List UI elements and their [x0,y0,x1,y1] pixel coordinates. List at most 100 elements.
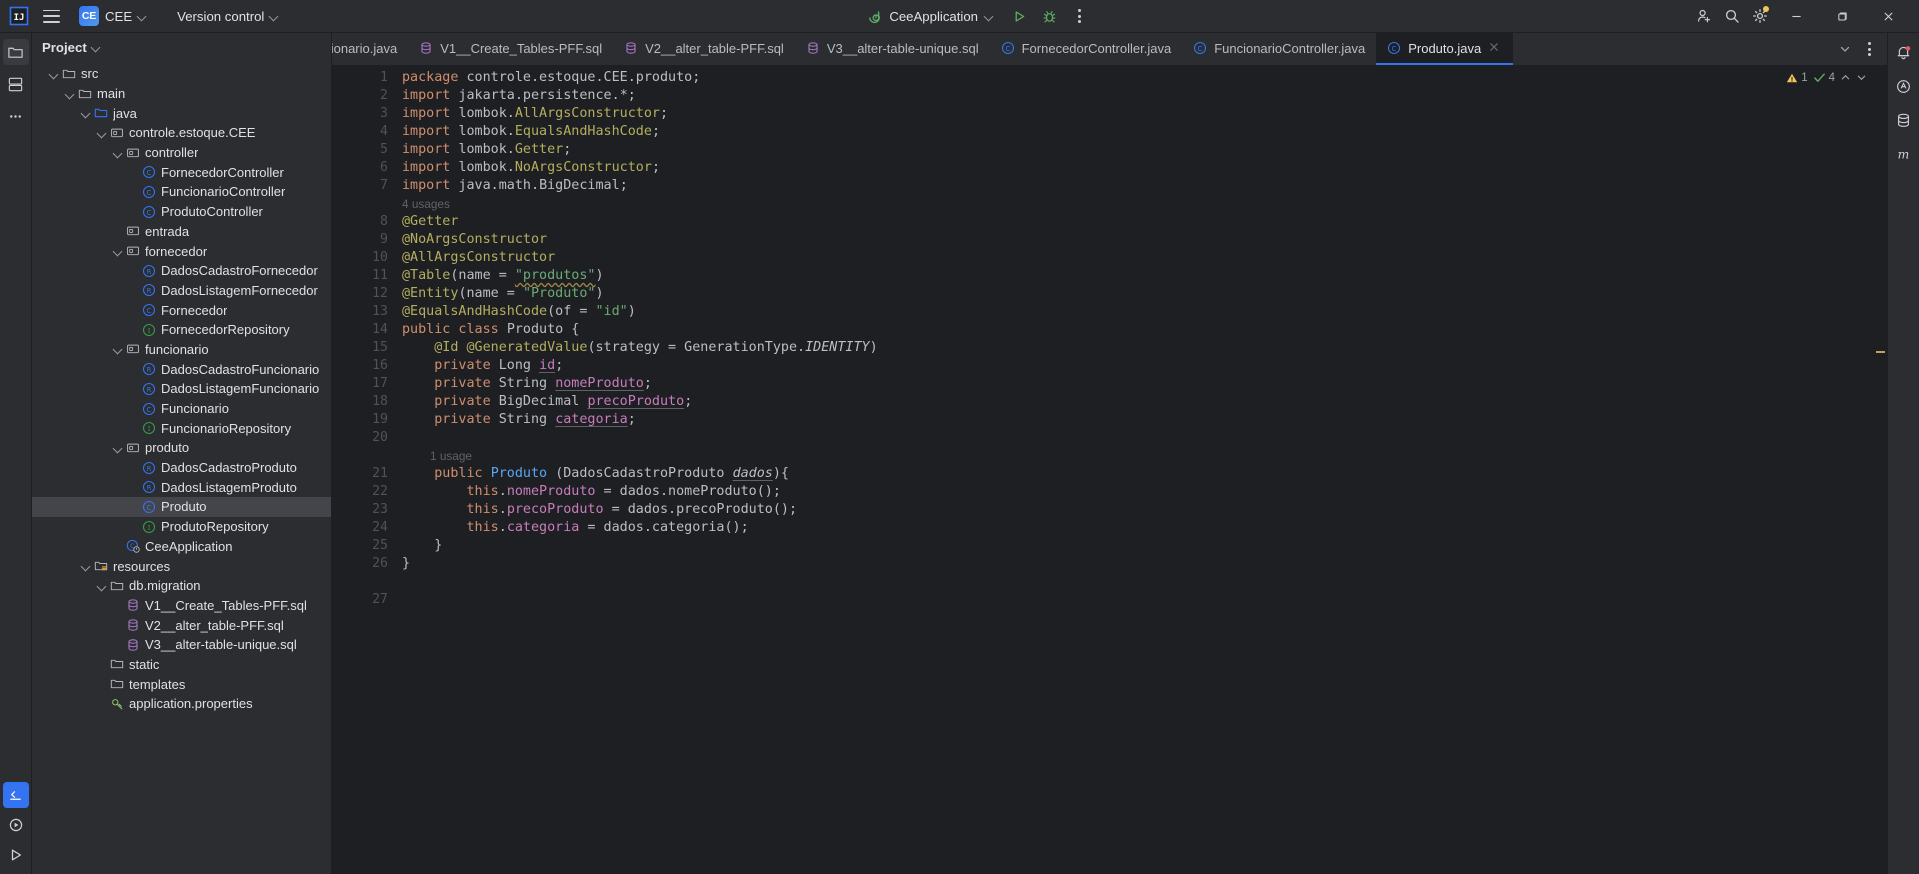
resource-folder-icon [94,561,107,571]
tree-node-label: controle.estoque.CEE [129,125,256,141]
tree-node-fornecedorcontroller[interactable]: C FornecedorController [32,162,332,182]
add-user-button[interactable] [1691,3,1717,29]
previous-problem-button[interactable] [1840,72,1851,83]
tree-node-java[interactable]: java [32,103,332,123]
usage-hint[interactable]: 4 usages [394,195,1873,213]
tree-node-ceeapplication[interactable]: C CeeApplication [32,537,332,557]
chevron-down-icon[interactable] [110,244,124,258]
inspections-widget[interactable]: 1 4 [1786,71,1867,84]
tree-arrow-placeholder [94,697,108,711]
tree-node-dadoslistagemfornecedor[interactable]: R DadosListagemFornecedor [32,281,332,301]
chevron-down-icon[interactable] [62,87,76,101]
editor-tab-mfuncionario-java[interactable]: mFuncionario.java [332,33,408,65]
tree-node-templates[interactable]: templates [32,674,332,694]
tree-node-fornecedor[interactable]: fornecedor [32,241,332,261]
tree-node-dadoscadastrofuncionario[interactable]: R DadosCadastroFuncionario [32,359,332,379]
chevron-down-icon[interactable] [110,441,124,455]
tree-node-produto[interactable]: produto [32,438,332,458]
tree-node-application-properties[interactable]: application.properties [32,694,332,714]
search-everywhere-button[interactable] [1719,3,1745,29]
tree-node-controle-estoque-cee[interactable]: controle.estoque.CEE [32,123,332,143]
tree-node-v2-alter-table-pff-sql[interactable]: V2__alter_table-PFF.sql [32,615,332,635]
tree-node-fornecedorrepository[interactable]: I FornecedorRepository [32,320,332,340]
code-token: } [402,556,411,571]
version-control-menu[interactable]: Version control [170,4,286,28]
run-button[interactable] [1006,3,1032,29]
chevron-down-icon[interactable] [46,67,60,81]
editor-tab-produto-java[interactable]: C Produto.java [1376,33,1514,65]
chevron-down-icon[interactable] [78,559,92,573]
run-tool-window-button[interactable] [3,842,29,868]
editor-error-stripe[interactable] [1873,65,1887,874]
project-tool-window-button[interactable] [2,39,29,65]
hamburger-menu-icon[interactable] [38,3,65,29]
maximize-window-button[interactable] [1821,1,1865,31]
tree-node-controller[interactable]: controller [32,143,332,163]
editor-tab-v3-alter-table-unique-sql[interactable]: V3__alter-table-unique.sql [795,33,990,65]
tree-node-v3-alter-table-unique-sql[interactable]: V3__alter-table-unique.sql [32,635,332,655]
editor-tab-funcionariocontroller-java[interactable]: C FuncionarioController.java [1182,33,1376,65]
settings-button[interactable] [1747,3,1773,29]
usage-hint-label[interactable]: 1 usage [430,449,472,463]
editor-tab-v1-create-tables-pff-sql[interactable]: V1__Create_Tables-PFF.sql [408,33,613,65]
code-content[interactable]: package controle.estoque.CEE.produto; imp… [394,65,1873,874]
editor-gutter[interactable]: 123456789101112131415161718192021@222324… [332,65,416,874]
code-token: = dados.precoProduto(); [603,502,798,517]
maven-button[interactable]: m [1891,141,1917,167]
tree-node-funcionario[interactable]: C Funcionario [32,399,332,419]
services-tool-window-button[interactable] [3,812,29,838]
editor-tab-fornecedorcontroller-java[interactable]: C FornecedorController.java [990,33,1183,65]
show-tab-list-button[interactable] [1834,38,1856,60]
chevron-down-icon[interactable] [110,342,124,356]
tree-node-funcionariorepository[interactable]: I FuncionarioRepository [32,418,332,438]
debug-button[interactable] [1036,3,1062,29]
more-tool-windows-button[interactable] [3,103,29,129]
error-stripe-mark[interactable] [1876,351,1885,353]
chevron-down-icon[interactable] [94,579,108,593]
chevron-down-icon[interactable] [110,146,124,160]
tree-node-dadoscadastrofornecedor[interactable]: R DadosCadastroFornecedor [32,261,332,281]
usage-hint[interactable]: 1 usage [394,447,1873,465]
class-run-icon-wrap: C [124,538,141,554]
close-tab-icon[interactable] [1488,41,1502,55]
tree-node-static[interactable]: static [32,655,332,675]
tree-node-produtocontroller[interactable]: C ProdutoController [32,202,332,222]
project-panel-header[interactable]: Project [32,33,332,61]
chevron-down-icon[interactable] [78,106,92,120]
code-token: ; [684,394,693,409]
close-window-button[interactable] [1867,1,1911,31]
tree-node-funcionario[interactable]: funcionario [32,340,332,360]
tree-node-main[interactable]: main [32,84,332,104]
tree-node-fornecedor[interactable]: C Fornecedor [32,300,332,320]
tree-node-entrada[interactable]: entrada [32,222,332,242]
commit-tool-window-button[interactable] [3,71,29,97]
tree-node-dadoslistagemfuncionario[interactable]: R DadosListagemFuncionario [32,379,332,399]
terminal-tool-window-button[interactable] [2,782,29,808]
tab-options-button[interactable] [1858,38,1880,60]
tree-node-produto[interactable]: C Produto [32,497,332,517]
tree-node-src[interactable]: src [32,64,332,84]
ai-assistant-button[interactable] [1891,73,1917,99]
line-number-4: 4 [380,124,388,139]
minimize-window-button[interactable] [1775,1,1819,31]
run-configuration-selector[interactable]: CeeApplication [859,4,1002,28]
project-tree[interactable]: src main java controle.estoque.CEE controlle… [32,61,332,874]
editor-tab-v2-alter-table-pff-sql[interactable]: V2__alter_table-PFF.sql [613,33,795,65]
tree-node-funcionariocontroller[interactable]: C FuncionarioController [32,182,332,202]
notifications-button[interactable] [1891,39,1917,65]
more-actions-button[interactable] [1066,3,1092,29]
warning-indicator[interactable]: 1 [1786,72,1808,84]
tree-node-v1-create-tables-pff-sql[interactable]: V1__Create_Tables-PFF.sql [32,596,332,616]
tree-node-resources[interactable]: resources [32,556,332,576]
tree-node-dadoslistagemproduto[interactable]: R DadosListagemProduto [32,477,332,497]
chevron-down-icon[interactable] [94,126,108,140]
code-token: @AllArgsConstructor [402,250,556,265]
database-button[interactable] [1891,107,1917,133]
project-selector[interactable]: CE CEE [75,4,154,28]
tree-node-db-migration[interactable]: db.migration [32,576,332,596]
usage-hint-label[interactable]: 4 usages [402,197,450,211]
ok-indicator[interactable]: 4 [1813,71,1835,84]
next-problem-button[interactable] [1856,72,1867,83]
tree-node-dadoscadastroproduto[interactable]: R DadosCadastroProduto [32,458,332,478]
tree-node-produtorepository[interactable]: I ProdutoRepository [32,517,332,537]
